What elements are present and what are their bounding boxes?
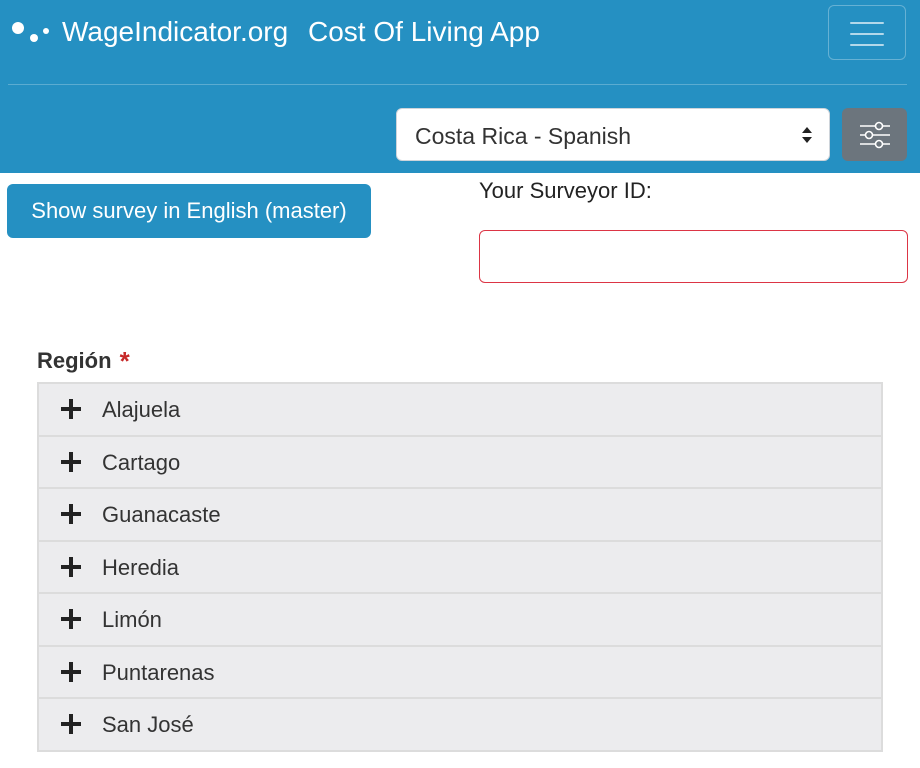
sliders-settings-icon <box>860 121 890 149</box>
plus-icon <box>61 714 81 734</box>
region-item-label: Limón <box>102 607 162 632</box>
brand[interactable] <box>10 14 50 54</box>
region-item-label: Alajuela <box>102 397 181 422</box>
region-item-cartago[interactable]: Cartago <box>39 437 881 489</box>
hamburger-menu-icon <box>850 21 884 47</box>
region-item-guanacaste[interactable]: Guanacaste <box>39 489 881 542</box>
language-select-value: Costa Rica - Spanish <box>415 123 632 149</box>
plus-icon <box>61 609 81 629</box>
region-item-puntarenas[interactable]: Puntarenas <box>39 647 881 699</box>
region-item-limon[interactable]: Limón <box>39 594 881 647</box>
show-english-survey-button[interactable]: Show survey in English (master) <box>7 184 371 238</box>
region-item-label: Guanacaste <box>102 502 221 527</box>
plus-icon <box>61 504 81 524</box>
top-navbar: WageIndicator.org Cost Of Living App Cos… <box>0 0 920 173</box>
region-accordion: Alajuela Cartago Guanacaste Heredia Limó… <box>37 382 883 752</box>
wageindicator-logo-icon <box>10 14 50 54</box>
region-item-label: San José <box>102 712 194 737</box>
region-item-heredia[interactable]: Heredia <box>39 542 881 594</box>
plus-icon <box>61 451 81 472</box>
app-name: Cost Of Living App <box>308 16 540 47</box>
menu-toggle-button[interactable] <box>828 5 906 60</box>
region-item-label: Cartago <box>102 449 181 475</box>
region-question-label: Región * <box>37 344 130 376</box>
region-item-label: Heredia <box>102 554 180 580</box>
region-item-alajuela[interactable]: Alajuela <box>39 384 881 437</box>
surveyor-id-label: Your Surveyor ID: <box>479 178 652 203</box>
filter-settings-button[interactable] <box>842 108 907 161</box>
plus-icon <box>61 399 81 419</box>
navbar-divider <box>8 84 907 85</box>
required-asterisk: * <box>119 346 130 376</box>
region-item-label: Puntarenas <box>102 659 215 685</box>
region-label-text: Región <box>37 348 112 373</box>
site-name[interactable]: WageIndicator.org <box>62 16 288 48</box>
select-caret-icon <box>802 127 812 143</box>
region-item-san-jose[interactable]: San José <box>39 699 881 752</box>
plus-icon <box>61 661 81 682</box>
language-select[interactable]: Costa Rica - Spanish <box>396 108 830 161</box>
surveyor-id-input[interactable] <box>479 230 908 283</box>
plus-icon <box>61 556 81 577</box>
